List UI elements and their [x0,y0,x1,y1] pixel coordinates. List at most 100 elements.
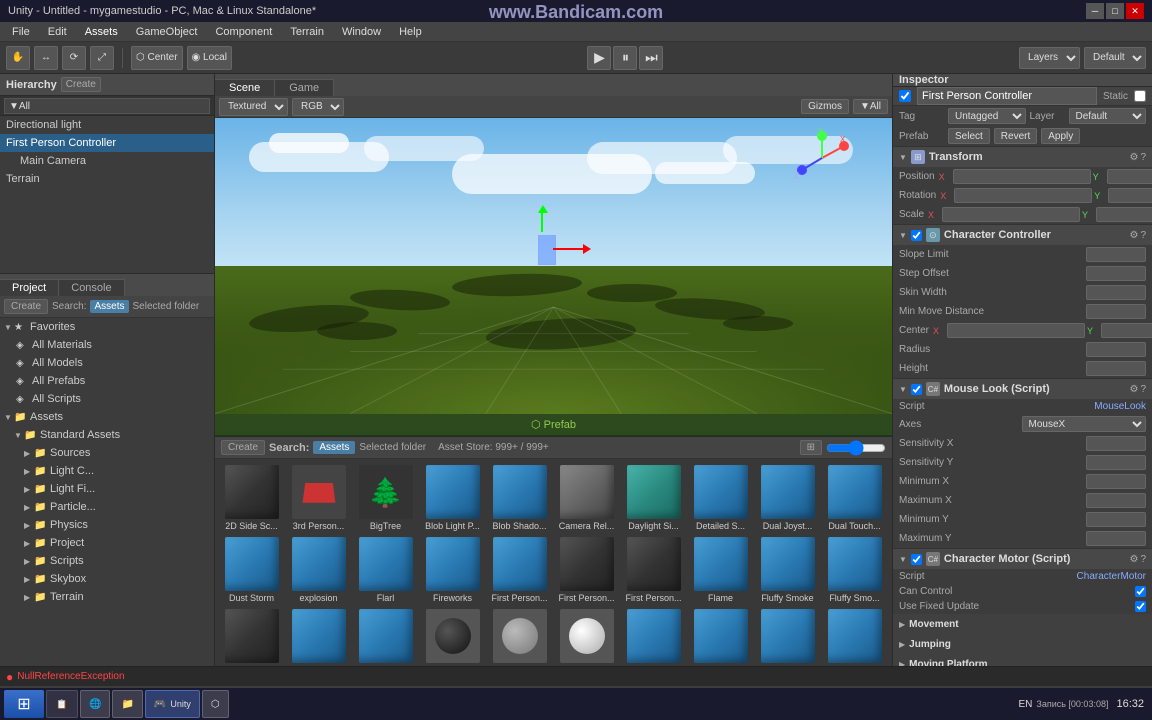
asset-item-22[interactable]: Light Snow [353,607,418,666]
min-move-input[interactable]: 0 [1086,304,1146,319]
cm-moving-platform-subsection[interactable]: ▶ Moving Platform [893,654,1152,666]
ml-axes-dropdown[interactable]: MouseX [1022,416,1147,432]
tree-physics[interactable]: ▶ 📁 Physics [0,516,214,534]
asset-item-4[interactable]: Blob Shado... [487,463,552,533]
inspector-char-ctrl-header[interactable]: ▼ ⊙ Character Controller ⚙ ? [893,225,1152,245]
asset-item-26[interactable]: Single Joys... [621,607,686,666]
asset-item-15[interactable]: First Person... [554,535,619,605]
asset-item-16[interactable]: First Person... [621,535,686,605]
tree-scripts[interactable]: ▶ 📁 Scripts [0,552,214,570]
inspector-static-checkbox[interactable] [1134,90,1146,102]
ml-maxy-input[interactable]: 0 [1086,531,1146,546]
inspector-mouse-look-header[interactable]: ▼ C# Mouse Look (Script) ⚙ ? [893,379,1152,399]
cm-fixedupdate-cb[interactable] [1135,601,1146,612]
asset-grid-view-btn[interactable]: ⊞ [800,440,822,455]
taskbar-show-desktop[interactable]: 📋 [46,690,78,718]
asset-item-10[interactable]: Dust Storm [219,535,284,605]
pivot-center-btn[interactable]: ⬡ Center [131,46,183,70]
tree-all-materials[interactable]: ◈ All Materials [0,336,214,354]
menu-assets[interactable]: Assets [77,24,126,40]
asset-item-24[interactable]: Player Relat... [487,607,552,666]
asset-item-1[interactable]: 3rd Person... [286,463,351,533]
maximize-button[interactable]: □ [1106,3,1124,19]
height-input[interactable]: 2 [1086,361,1146,376]
inspector-layer-dropdown[interactable]: Default [1069,108,1147,124]
radius-input[interactable]: 0.4 [1086,342,1146,357]
inspector-select-btn[interactable]: Select [948,128,990,144]
gizmos-btn[interactable]: Gizmos [801,99,849,114]
scene-view[interactable]: X Y Z [215,118,892,414]
asset-item-3[interactable]: Blob Light P... [420,463,485,533]
cm-jumping-subsection[interactable]: ▶ Jumping [893,634,1152,654]
char-motor-gear-icon[interactable]: ⚙ [1129,554,1138,565]
start-button[interactable]: ⊞ [4,690,44,718]
menu-file[interactable]: File [4,24,38,40]
menu-component[interactable]: Component [207,24,280,40]
asset-item-19[interactable]: Fluffy Smo... [822,535,887,605]
render-mode-dropdown[interactable]: Textured [219,98,288,116]
center-x-input[interactable]: 0 [947,323,1085,338]
mouse-look-enabled-cb[interactable] [911,384,922,395]
tree-standard[interactable]: ▼ 📁 Standard Assets [0,426,214,444]
hierarchy-item-terrain[interactable]: Terrain [0,170,214,188]
ml-maxx-input[interactable]: 360 [1086,493,1146,508]
ml-minx-input[interactable]: -360 [1086,474,1146,489]
tree-lightf[interactable]: ▶ 📁 Light Fi... [0,480,214,498]
center-y-input[interactable]: 0 [1101,323,1152,338]
tab-project[interactable]: Project [0,279,59,296]
pos-y-input[interactable]: 184.9144 [1107,169,1152,184]
asset-item-29[interactable]: small flames [822,607,887,666]
tree-assets[interactable]: ▼ 📁 Assets [0,408,214,426]
asset-item-21[interactable]: large flames [286,607,351,666]
cm-canctrl-cb[interactable] [1135,586,1146,597]
step-offset-input[interactable]: 0.4 [1086,266,1146,281]
asset-item-17[interactable]: Flame [688,535,753,605]
close-button[interactable]: ✕ [1126,3,1144,19]
rgb-dropdown[interactable]: RGB [292,98,344,116]
hierarchy-item-fpc[interactable]: First Person Controller [0,134,214,152]
cm-movement-subsection[interactable]: ▶ Movement [893,614,1152,634]
asset-item-6[interactable]: Daylight Si... [621,463,686,533]
asset-item-27[interactable]: Single Tou... [688,607,753,666]
tool-move[interactable]: ↔ [34,46,58,70]
asset-item-9[interactable]: Dual Touch... [822,463,887,533]
mouse-look-gear-icon[interactable]: ⚙ [1129,384,1138,395]
asset-item-14[interactable]: First Person... [487,535,552,605]
tree-skybox[interactable]: ▶ 📁 Skybox [0,570,214,588]
asset-size-slider[interactable] [826,441,886,455]
play-button[interactable]: ▶ [587,46,611,70]
inspector-transform-header[interactable]: ▼ ⊞ Transform ⚙ ? [893,147,1152,167]
tool-rotate[interactable]: ⟳ [62,46,86,70]
asset-item-11[interactable]: explosion [286,535,351,605]
space-local-btn[interactable]: ◉ Local [187,46,232,70]
skin-width-input[interactable]: 0.05 [1086,285,1146,300]
asset-item-23[interactable]: Nighttime S... [420,607,485,666]
tree-all-models[interactable]: ◈ All Models [0,354,214,372]
tree-sources[interactable]: ▶ 📁 Sources [0,444,214,462]
tree-terrain-folder[interactable]: ▶ 📁 Terrain [0,588,214,606]
rot-y-input[interactable]: 0 [1108,188,1152,203]
asset-item-28[interactable]: Small explo... [755,607,820,666]
ml-sensy-input[interactable]: 0 [1086,455,1146,470]
asset-item-18[interactable]: Fluffy Smoke [755,535,820,605]
pause-button[interactable]: ⏸ [613,46,637,70]
scale-x-input[interactable]: 1 [942,207,1080,222]
char-ctrl-enabled-cb[interactable] [911,230,922,241]
menu-edit[interactable]: Edit [40,24,75,40]
tab-game[interactable]: Game [275,79,334,96]
mouse-look-question-icon[interactable]: ? [1140,384,1146,395]
asset-assets-tag[interactable]: Assets [313,441,355,454]
tree-particle[interactable]: ▶ 📁 Particle... [0,498,214,516]
layout-dropdown[interactable]: Default [1084,47,1146,69]
step-button[interactable]: ⏭ [639,46,663,70]
tool-hand[interactable]: ✋ [6,46,30,70]
minimize-button[interactable]: ─ [1086,3,1104,19]
menu-help[interactable]: Help [391,24,430,40]
asset-item-25[interactable]: Roll A Ball [554,607,619,666]
layers-dropdown[interactable]: Layers [1019,47,1080,69]
gizmos-all-btn[interactable]: ▼All [853,99,888,114]
inspector-char-motor-header[interactable]: ▼ C# Character Motor (Script) ⚙ ? [893,549,1152,569]
transform-question-icon[interactable]: ? [1140,152,1146,163]
tree-favorites[interactable]: ▼ ★ Favorites [0,318,214,336]
tree-all-prefabs[interactable]: ◈ All Prefabs [0,372,214,390]
